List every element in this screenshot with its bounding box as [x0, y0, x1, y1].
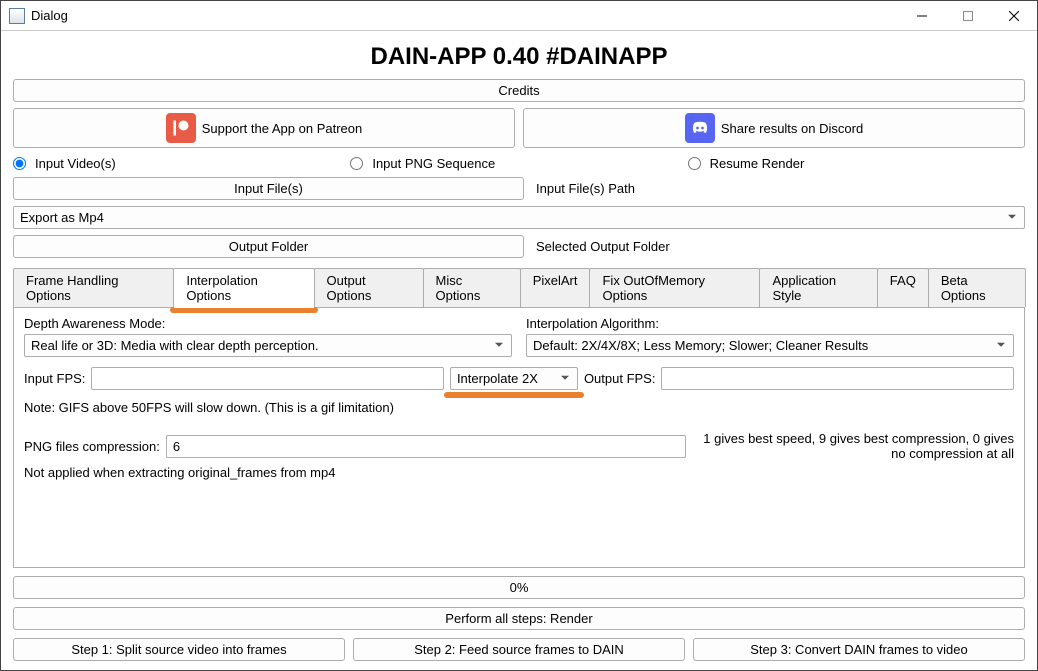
output-folder-button[interactable]: Output Folder: [13, 235, 524, 258]
patreon-icon: [166, 113, 196, 143]
tab-faq[interactable]: FAQ: [877, 268, 929, 307]
minimize-icon: [917, 11, 927, 21]
maximize-button[interactable]: [945, 1, 991, 31]
depth-mode-label: Depth Awareness Mode:: [24, 316, 512, 331]
tab-output[interactable]: Output Options: [314, 268, 424, 307]
close-icon: [1009, 11, 1019, 21]
app-title: DAIN-APP 0.40 #DAINAPP: [13, 43, 1025, 71]
highlight-marker: [170, 307, 317, 313]
tab-style[interactable]: Application Style: [759, 268, 877, 307]
radio-resume-render-input[interactable]: [688, 157, 701, 170]
tab-beta[interactable]: Beta Options: [928, 268, 1026, 307]
tab-frame-handling[interactable]: Frame Handling Options: [13, 268, 174, 307]
discord-icon: [685, 113, 715, 143]
radio-input-videos-label: Input Video(s): [35, 156, 116, 171]
radio-input-videos[interactable]: Input Video(s): [13, 156, 350, 171]
tab-panel-interpolation: Depth Awareness Mode: Real life or 3D: M…: [13, 308, 1025, 568]
tab-interpolation-label: Interpolation Options: [186, 273, 258, 303]
depth-mode-select[interactable]: Real life or 3D: Media with clear depth …: [24, 334, 512, 357]
tab-oom[interactable]: Fix OutOfMemory Options: [589, 268, 760, 307]
radio-input-png[interactable]: Input PNG Sequence: [350, 156, 687, 171]
tab-interpolation[interactable]: Interpolation Options: [173, 268, 314, 307]
interp-algo-select[interactable]: Default: 2X/4X/8X; Less Memory; Slower; …: [526, 334, 1014, 357]
discord-button[interactable]: Share results on Discord: [523, 108, 1025, 148]
step1-button[interactable]: Step 1: Split source video into frames: [13, 638, 345, 661]
radio-input-png-label: Input PNG Sequence: [372, 156, 495, 171]
discord-label: Share results on Discord: [721, 121, 863, 136]
export-select[interactable]: Export as Mp4: [13, 206, 1025, 229]
step3-button[interactable]: Step 3: Convert DAIN frames to video: [693, 638, 1025, 661]
tab-bar: Frame Handling Options Interpolation Opt…: [13, 268, 1025, 308]
interp-algo-value: Default: 2X/4X/8X; Less Memory; Slower; …: [533, 338, 868, 353]
perform-all-button[interactable]: Perform all steps: Render: [13, 607, 1025, 630]
credits-button[interactable]: Credits: [13, 79, 1025, 102]
radio-resume-render[interactable]: Resume Render: [688, 156, 1025, 171]
progress-bar: 0%: [13, 576, 1025, 599]
titlebar: Dialog: [1, 1, 1037, 31]
minimize-button[interactable]: [899, 1, 945, 31]
output-fps-label: Output FPS:: [584, 371, 656, 386]
input-fps-label: Input FPS:: [24, 371, 85, 386]
maximize-icon: [963, 11, 973, 21]
selected-output-folder-label: Selected Output Folder: [532, 235, 1025, 258]
close-button[interactable]: [991, 1, 1037, 31]
patreon-button[interactable]: Support the App on Patreon: [13, 108, 515, 148]
png-compression-field[interactable]: [166, 435, 686, 458]
export-select-value: Export as Mp4: [20, 210, 104, 225]
radio-input-png-input[interactable]: [350, 157, 363, 170]
input-fps-field[interactable]: [91, 367, 444, 390]
step2-button[interactable]: Step 2: Feed source frames to DAIN: [353, 638, 685, 661]
png-compression-hint: 1 gives best speed, 9 gives best compres…: [692, 431, 1014, 461]
radio-input-videos-input[interactable]: [13, 157, 26, 170]
window-title: Dialog: [31, 8, 899, 23]
progress-label: 0%: [510, 580, 529, 595]
depth-mode-value: Real life or 3D: Media with clear depth …: [31, 338, 319, 353]
radio-resume-render-label: Resume Render: [710, 156, 805, 171]
interpolate-mult-value: Interpolate 2X: [457, 371, 538, 386]
content-area: DAIN-APP 0.40 #DAINAPP Credits Support t…: [1, 31, 1037, 669]
input-files-button[interactable]: Input File(s): [13, 177, 524, 200]
window-icon: [9, 8, 25, 24]
png-compression-label: PNG files compression:: [24, 439, 160, 454]
gif-note: Note: GIFS above 50FPS will slow down. (…: [24, 400, 1014, 415]
highlight-marker: [444, 392, 584, 398]
tab-pixelart[interactable]: PixelArt: [520, 268, 591, 307]
tab-misc[interactable]: Misc Options: [423, 268, 521, 307]
input-files-path-label: Input File(s) Path: [532, 177, 1025, 200]
png-note: Not applied when extracting original_fra…: [24, 465, 1014, 480]
interpolate-mult-select[interactable]: Interpolate 2X: [450, 367, 578, 390]
output-fps-field[interactable]: [661, 367, 1014, 390]
interp-algo-label: Interpolation Algorithm:: [526, 316, 1014, 331]
patreon-label: Support the App on Patreon: [202, 121, 362, 136]
